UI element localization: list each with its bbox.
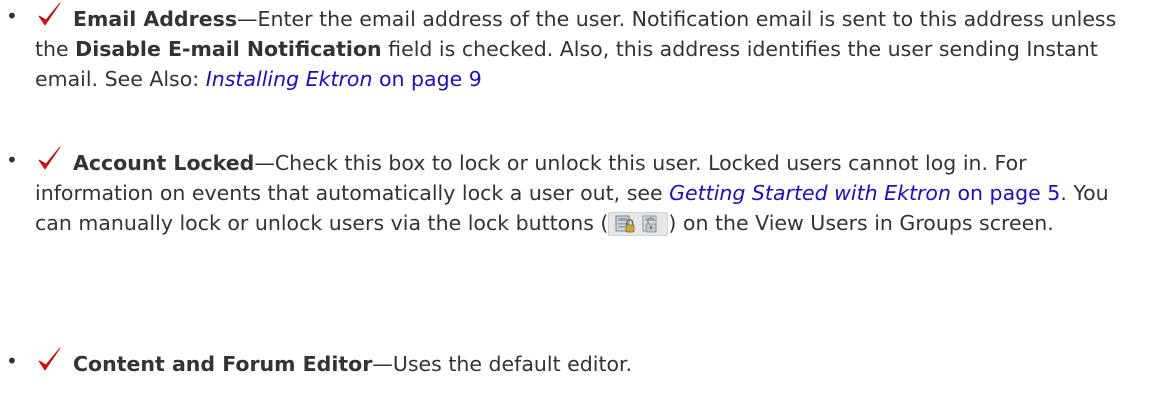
checkmark-icon (38, 146, 61, 170)
field-term: Content and Forum Editor (73, 352, 373, 376)
checkmark-icon (38, 347, 61, 371)
em-dash: — (237, 7, 258, 31)
inline-field-name: Disable E-mail Notification (75, 37, 382, 61)
list-item-content-forum-editor: • Content and Forum Editor—Uses the defa… (0, 346, 1151, 379)
field-term: Email Address (73, 7, 238, 31)
description-text: ) on the View Users in Groups screen. (668, 211, 1054, 235)
bullet: • (6, 349, 18, 373)
link-title: Installing Ektron (205, 67, 373, 91)
description-text: Uses the default editor. (392, 352, 633, 376)
checkmark-icon (38, 2, 61, 26)
link-page-ref: on page 9 (372, 67, 482, 91)
unlock-icon[interactable] (640, 214, 662, 234)
bullet: • (6, 4, 18, 28)
cross-reference-link[interactable]: Getting Started with Ektron on page 5 (669, 181, 1060, 205)
bullet: • (6, 148, 18, 172)
list-item-account-locked: • Account Locked—Check this box to lock … (0, 145, 1151, 238)
list-item-email-address: • Email Address—Enter the email address … (0, 1, 1151, 94)
link-page-ref: on page 5 (950, 181, 1061, 205)
cross-reference-link[interactable]: Installing Ektron on page 9 (206, 67, 482, 91)
em-dash: — (372, 352, 393, 376)
em-dash: — (254, 151, 275, 175)
lock-icon[interactable] (614, 214, 636, 234)
field-term: Account Locked (73, 151, 255, 175)
lock-buttons-group (608, 212, 669, 236)
link-title: Getting Started with Ektron (669, 181, 951, 205)
